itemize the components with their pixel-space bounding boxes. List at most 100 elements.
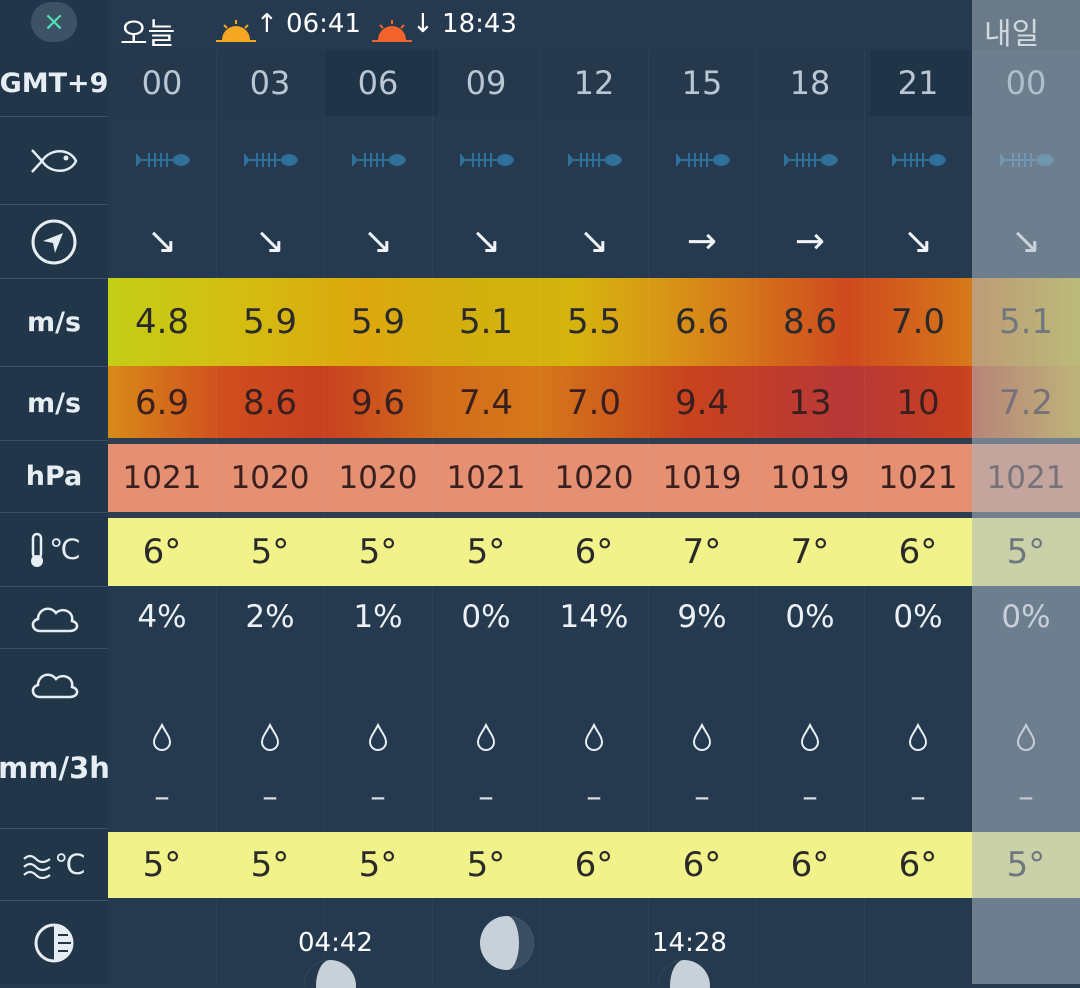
fish-bone-icon — [460, 153, 514, 167]
fish-bone-icon — [352, 153, 406, 167]
pressure-value-text: 1019 — [662, 460, 742, 496]
wind-direction-arrow-text: ↘ — [470, 220, 502, 262]
wind-speed-value: 5.5 — [540, 278, 648, 366]
sea-temperature-value: 5° — [324, 832, 432, 898]
wind-gust-value: 10 — [864, 366, 972, 440]
sunset-icon — [372, 20, 412, 42]
rain-amount-value-text: – — [370, 779, 386, 815]
rain-drop-icon — [864, 712, 972, 762]
today-label: 오늘 — [120, 17, 176, 52]
wind-direction-arrow: → — [756, 204, 864, 278]
rain-row-label: mm/3h — [0, 648, 110, 828]
wind-speed-value-text: 5.1 — [458, 302, 514, 342]
rain-amount-value: – — [108, 772, 216, 822]
pressure-value-text: 1019 — [770, 460, 850, 496]
cloud-cover-value-text: 0% — [461, 599, 511, 635]
moonset-time: 14:28 — [652, 928, 727, 958]
hour-label: 15 — [648, 50, 756, 116]
wind-speed-value-text: 6.6 — [674, 302, 730, 342]
fish-bone-icon — [892, 153, 946, 167]
pressure-value: 1020 — [324, 444, 432, 512]
pressure-value-text: 1020 — [230, 460, 310, 496]
column-divider — [756, 50, 757, 984]
wind-direction-arrow-text: → — [686, 220, 718, 262]
wind-direction-arrow: ↘ — [108, 204, 216, 278]
tomorrow-header: 내일 — [972, 0, 1080, 52]
pressure-unit-label: hPa — [0, 440, 108, 512]
hour-label: 12 — [540, 50, 648, 116]
fish-icon — [31, 148, 78, 173]
wind-speed-value-text: 5.5 — [566, 302, 622, 342]
close-button[interactable]: × — [31, 2, 77, 42]
rain-drop-icon — [972, 712, 1080, 762]
column-divider — [648, 50, 649, 984]
hour-label-text: 15 — [681, 64, 723, 102]
wind-gust-value-text: 10 — [896, 383, 940, 423]
fish-activity-icon — [108, 116, 216, 204]
sea-temperature-value-text: 6° — [898, 845, 938, 885]
wind-speed-value: 8.6 — [756, 278, 864, 366]
raindrop-icon — [476, 723, 496, 751]
temperature-value: 6° — [864, 518, 972, 586]
rain-drop-icon — [108, 712, 216, 762]
wind-gust-value: 7.2 — [972, 366, 1080, 440]
hour-label: 03 — [216, 50, 324, 116]
hour-label: 18 — [756, 50, 864, 116]
fish-activity-icon — [324, 116, 432, 204]
temperature-value-text: 6° — [142, 532, 182, 572]
cloud-cover-value-text: 2% — [245, 599, 295, 635]
column-divider — [324, 50, 325, 984]
raindrop-icon — [800, 723, 820, 751]
pressure-value: 1020 — [216, 444, 324, 512]
rain-amount-value-text: – — [694, 779, 710, 815]
cloud-rain-icon — [31, 673, 79, 699]
wind-speed-value: 4.8 — [108, 278, 216, 366]
pressure-value-text: 1021 — [122, 460, 202, 496]
wind-gust-value-text: 9.4 — [674, 383, 730, 423]
wind-gust-value-text: 7.2 — [998, 383, 1054, 423]
column-divider — [864, 50, 865, 984]
wind-direction-arrow: → — [648, 204, 756, 278]
pressure-value-text: 1021 — [878, 460, 958, 496]
pressure-value: 1019 — [648, 444, 756, 512]
sea-temperature-value-text: 5° — [1006, 845, 1046, 885]
wind-gust-value: 6.9 — [108, 366, 216, 440]
hour-label-text: 12 — [573, 64, 615, 102]
raindrop-icon — [368, 723, 388, 751]
cloud-cover-row-label — [0, 586, 108, 648]
temperature-value-text: 6° — [898, 532, 938, 572]
pressure-value: 1021 — [864, 444, 972, 512]
sea-temperature-value-text: 6° — [574, 845, 614, 885]
temperature-value: 5° — [972, 518, 1080, 586]
raindrop-icon — [584, 723, 604, 751]
pressure-value-text: 1020 — [338, 460, 418, 496]
sea-temperature-value-text: 6° — [682, 845, 722, 885]
fish-row-label — [0, 116, 108, 204]
moon-row-label — [0, 900, 108, 984]
rain-amount-value: – — [864, 772, 972, 822]
wind-direction-arrow-text: ↘ — [1010, 220, 1042, 262]
rain-drop-icon — [432, 712, 540, 762]
wind-gust-value: 7.0 — [540, 366, 648, 440]
fish-activity-icon — [756, 116, 864, 204]
temperature-value: 6° — [540, 518, 648, 586]
wind-speed-value-text: 5.9 — [242, 302, 298, 342]
fish-bone-icon — [784, 153, 838, 167]
hour-label-text: 09 — [465, 64, 507, 102]
sea-temperature-value: 6° — [540, 832, 648, 898]
temperature-value-text: 5° — [466, 532, 506, 572]
wind-speed-value-text: 8.6 — [782, 302, 838, 342]
wind-direction-arrow-text: ↘ — [254, 220, 286, 262]
hour-label-text: 21 — [897, 64, 939, 102]
raindrop-icon — [692, 723, 712, 751]
cloud-cover-value-text: 9% — [677, 599, 727, 635]
pressure-value: 1021 — [432, 444, 540, 512]
rain-drop-icon — [648, 712, 756, 762]
wind-gust-value: 7.4 — [432, 366, 540, 440]
rain-drop-icon — [756, 712, 864, 762]
wind-direction-arrow: ↘ — [216, 204, 324, 278]
cloud-cover-value-text: 4% — [137, 599, 187, 635]
temperature-value-text: 5° — [358, 532, 398, 572]
cloud-cover-value: 1% — [324, 586, 432, 648]
cloud-icon — [31, 607, 79, 632]
